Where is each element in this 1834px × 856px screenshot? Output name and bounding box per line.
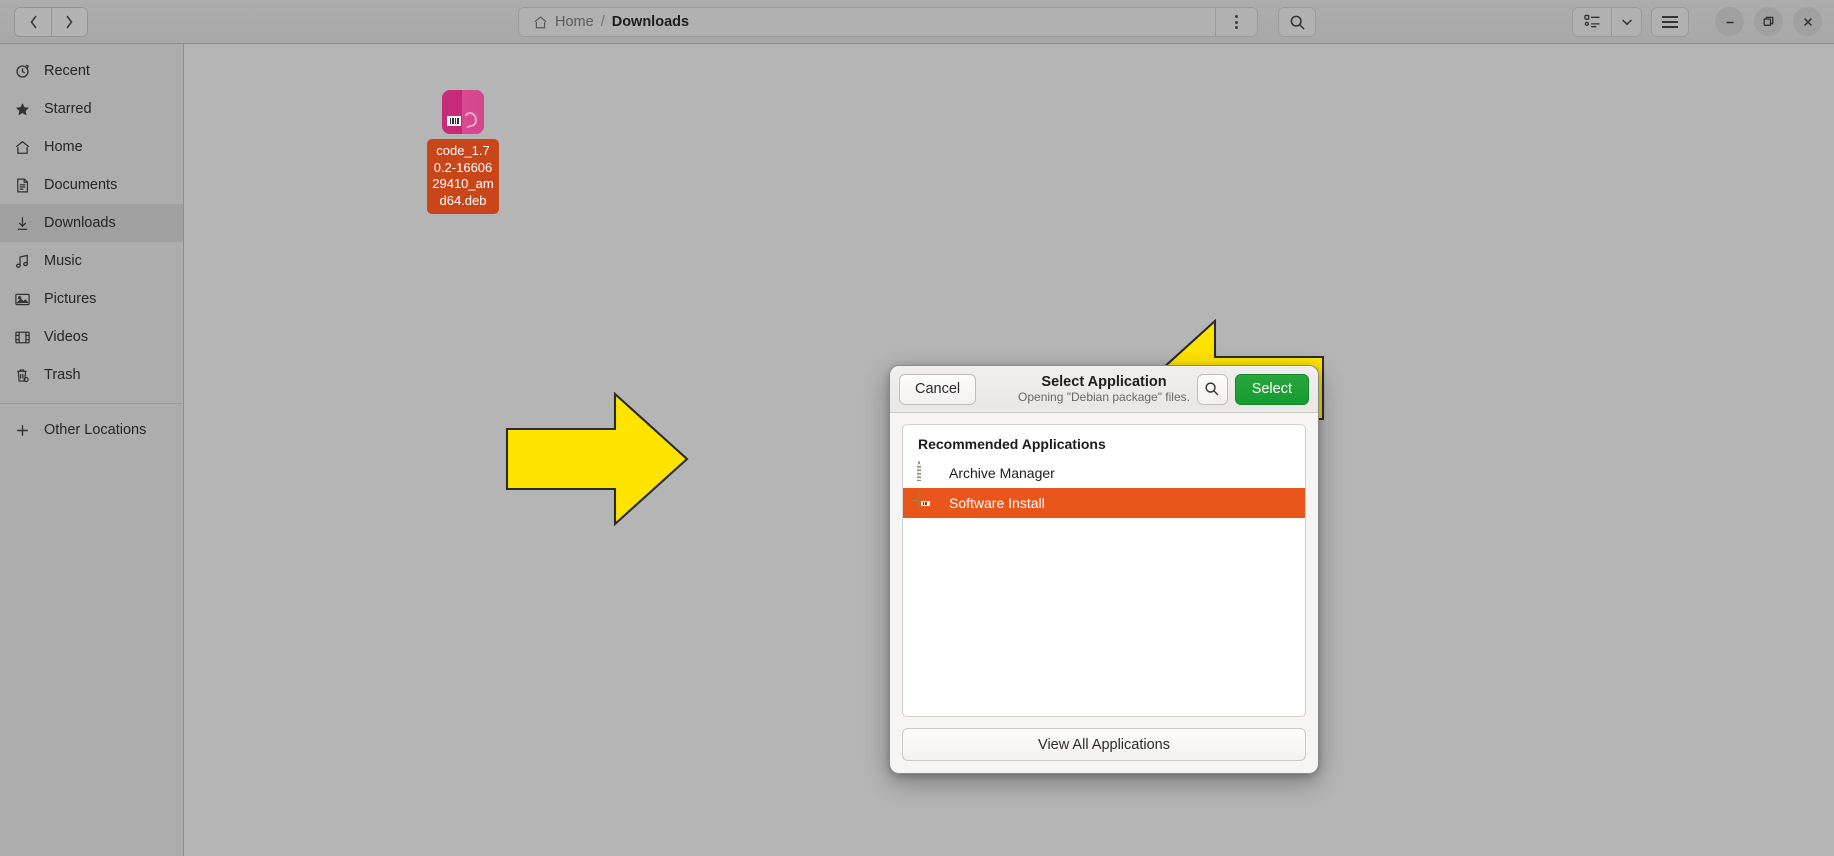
- sidebar-item-label: Recent: [44, 63, 90, 79]
- sidebar-item-label: Downloads: [44, 215, 116, 231]
- application-row-software-install[interactable]: Software Install: [903, 488, 1305, 518]
- sidebar-item-label: Documents: [44, 177, 118, 193]
- path-bar[interactable]: Home / Downloads: [518, 7, 1258, 37]
- select-application-dialog: Cancel Select Application Opening "Debia…: [889, 365, 1319, 774]
- vertical-dots-icon: [1235, 15, 1238, 29]
- cancel-button[interactable]: Cancel: [899, 373, 977, 405]
- back-button[interactable]: [15, 7, 51, 36]
- home-icon: [534, 15, 547, 28]
- file-name-label: code_1.70.2-1660629410_amd64.deb: [427, 139, 499, 214]
- sidebar-item-label: Pictures: [44, 291, 97, 307]
- chevron-right-icon: [66, 15, 73, 28]
- trash-icon: [17, 368, 29, 382]
- sidebar-item-recent[interactable]: Recent: [0, 52, 183, 90]
- sidebar-item-label: Videos: [44, 329, 89, 345]
- close-icon: [1803, 17, 1812, 26]
- breadcrumb-separator: /: [600, 14, 605, 30]
- list-view-button[interactable]: [1573, 8, 1611, 36]
- sidebar-divider: [0, 403, 183, 404]
- header-bar: Home / Downloads: [0, 0, 1834, 44]
- sidebar-item-trash[interactable]: Trash: [0, 356, 183, 394]
- search-icon: [1290, 15, 1305, 30]
- document-icon: [17, 177, 29, 193]
- sidebar-item-other-locations[interactable]: Other Locations: [0, 411, 183, 449]
- maximize-button[interactable]: [1754, 7, 1783, 36]
- file-icon-wrapper: [440, 90, 486, 136]
- select-button[interactable]: Select: [1234, 373, 1309, 405]
- sidebar-item-label: Music: [44, 253, 82, 269]
- dialog-search-button[interactable]: [1196, 373, 1228, 405]
- sidebar: Recent Starred Home Documents Downloads …: [0, 44, 184, 856]
- maximize-icon: [1763, 16, 1774, 26]
- application-list[interactable]: Recommended Applications Archive Manager: [902, 424, 1306, 717]
- clock-icon: [16, 63, 29, 78]
- forward-button[interactable]: [51, 7, 87, 36]
- sidebar-item-label: Home: [44, 139, 83, 155]
- navigation-button-group: [14, 6, 88, 37]
- window-body: Recent Starred Home Documents Downloads …: [0, 44, 1834, 856]
- breadcrumb: Home / Downloads: [519, 14, 1215, 30]
- dialog-header: Cancel Select Application Opening "Debia…: [890, 366, 1318, 413]
- plus-icon: [17, 424, 28, 436]
- barcode-glyph: [447, 116, 461, 126]
- sidebar-item-label: Starred: [44, 101, 92, 117]
- download-icon: [17, 216, 28, 230]
- file-item-deb-package[interactable]: code_1.70.2-1660629410_amd64.deb: [422, 90, 504, 214]
- view-mode-group: [1572, 6, 1642, 37]
- window-controls: [1715, 7, 1822, 36]
- sidebar-item-music[interactable]: Music: [0, 242, 183, 280]
- right-arrow-icon: [505, 392, 689, 526]
- main-menu-button[interactable]: [1651, 6, 1689, 37]
- view-all-applications-button[interactable]: View All Applications: [902, 728, 1306, 761]
- home-icon: [15, 140, 30, 154]
- image-icon: [15, 293, 30, 305]
- chevron-left-icon: [30, 15, 37, 28]
- application-row-archive-manager[interactable]: Archive Manager: [903, 458, 1305, 488]
- search-icon: [1205, 382, 1219, 396]
- path-options-button[interactable]: [1215, 7, 1257, 37]
- debian-swirl-glyph: [462, 110, 479, 129]
- sidebar-item-documents[interactable]: Documents: [0, 166, 183, 204]
- file-manager-window: Home / Downloads Recent Starred Home Doc…: [0, 0, 1834, 856]
- sidebar-item-videos[interactable]: Videos: [0, 318, 183, 356]
- minimize-button[interactable]: [1715, 7, 1744, 36]
- arrow-pointing-to-dialog-list: [505, 392, 689, 526]
- sidebar-item-label: Trash: [44, 367, 81, 383]
- star-icon: [15, 102, 30, 115]
- package-box-icon: [911, 491, 938, 514]
- breadcrumb-home[interactable]: Home: [555, 14, 594, 30]
- sidebar-item-starred[interactable]: Starred: [0, 90, 183, 128]
- music-icon: [15, 254, 28, 268]
- list-view-icon: [1583, 14, 1600, 28]
- archive-zip-icon: [917, 461, 938, 484]
- application-label: Archive Manager: [949, 465, 1055, 481]
- sidebar-item-downloads[interactable]: Downloads: [0, 204, 183, 242]
- chevron-down-icon: [1621, 18, 1632, 25]
- search-button[interactable]: [1278, 7, 1316, 37]
- dialog-body: Recommended Applications Archive Manager: [890, 413, 1318, 773]
- application-label: Software Install: [949, 495, 1045, 511]
- view-mode-dropdown[interactable]: [1611, 7, 1641, 36]
- film-icon: [15, 331, 30, 343]
- close-button[interactable]: [1793, 7, 1822, 36]
- file-list-area[interactable]: code_1.70.2-1660629410_amd64.deb Cancel: [184, 44, 1834, 856]
- minimize-icon: [1726, 21, 1733, 23]
- recommended-applications-header: Recommended Applications: [918, 436, 1106, 452]
- hamburger-menu-icon: [1662, 15, 1678, 18]
- breadcrumb-current[interactable]: Downloads: [612, 14, 689, 30]
- dialog-header-actions: Select: [1196, 373, 1309, 405]
- sidebar-item-home[interactable]: Home: [0, 128, 183, 166]
- sidebar-item-pictures[interactable]: Pictures: [0, 280, 183, 318]
- sidebar-item-label: Other Locations: [44, 422, 147, 438]
- debian-package-icon: [442, 90, 484, 134]
